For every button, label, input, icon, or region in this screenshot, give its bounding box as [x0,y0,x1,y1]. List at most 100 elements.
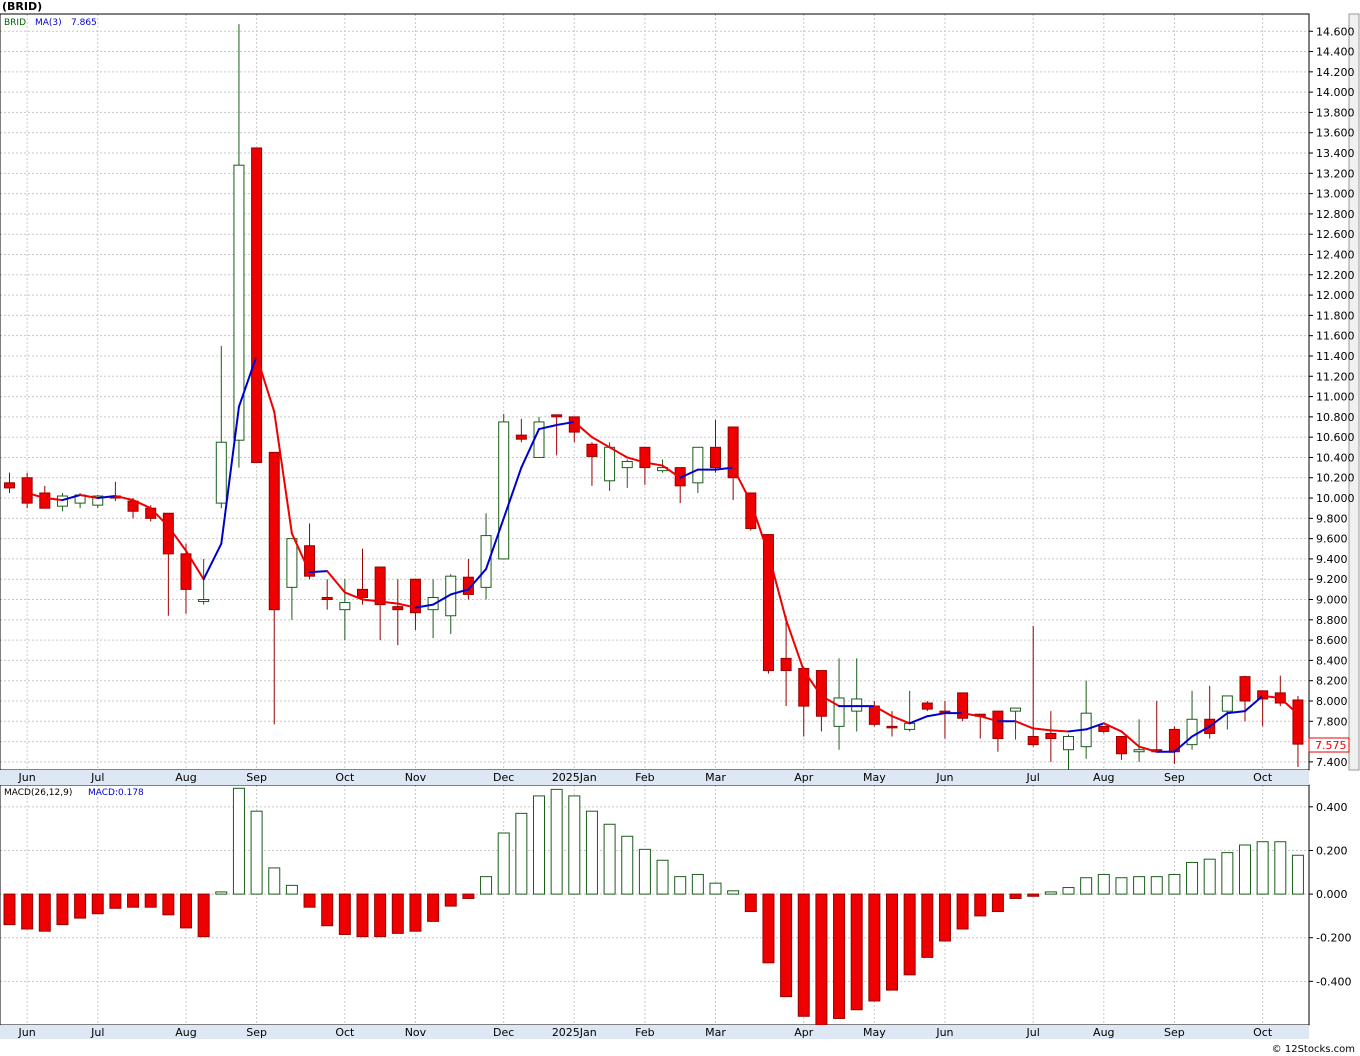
macd-bar [480,876,493,895]
candle-body [1045,732,1057,740]
x-tick-label: Jul [90,771,104,784]
x-tick-label: Jul [1026,771,1040,784]
candle-body [180,553,192,590]
price-tick-label: 12.200 [1316,269,1355,282]
x-tick-label: Feb [635,1026,654,1039]
x-tick-label: Aug [175,771,196,784]
macd-bar [1150,876,1163,895]
macd-bar [268,867,281,895]
macd-bar [638,848,651,895]
x-tick-label: Aug [1093,771,1114,784]
macd-bar [338,893,351,935]
candle-body [992,710,1004,740]
price-tick-label: 10.200 [1316,472,1355,485]
x-tick-label: Mar [705,1026,726,1039]
x-tick-label: Mar [705,771,726,784]
x-tick-label: 2025Jan [552,1026,597,1039]
macd-bar [391,893,404,934]
x-tick-label: Aug [175,1026,196,1039]
price-tick-label: 13.600 [1316,127,1355,140]
x-tick-label: Jun [935,1026,953,1039]
x-tick-label: Sep [1164,771,1185,784]
macd-panel-frame [0,784,1310,1026]
price-tick-label: 13.200 [1316,167,1355,180]
ma-segment [908,715,929,725]
price-tick-label: 9.400 [1316,553,1348,566]
macd-bar [762,893,775,964]
last-price-label: 7.575 [1315,739,1347,752]
macd-bar [197,893,210,938]
macd-bar [833,893,846,1019]
price-tick-label: 14.200 [1316,66,1355,79]
candle-body [21,477,33,504]
macd-bar [1062,887,1075,895]
legend-ma: MA(3) [35,18,62,28]
chart-title: (BRID) [2,0,42,13]
macd-bar [550,788,563,895]
macd-bar [497,832,510,895]
macd-bars [3,787,1304,1026]
candle-body [56,495,68,507]
x-tick-label: Jun [935,771,953,784]
x-tick-label: Feb [635,771,654,784]
candle-body [498,421,510,560]
macd-bar [956,893,969,930]
price-tick-label: 7.800 [1316,715,1348,728]
ma-segment [1032,727,1052,732]
macd-bar [709,882,722,895]
macd-bar [1133,876,1146,895]
price-tick-label: 11.000 [1316,391,1355,404]
macd-bar [1097,873,1110,895]
candle-body [39,492,51,509]
price-tick-label: 8.000 [1316,695,1348,708]
price-grid [0,14,1309,770]
macd-bar [515,812,528,895]
macd-bar [991,893,1004,913]
macd-bar [374,893,387,938]
ma-segment [926,712,946,718]
macd-bar [3,893,16,926]
macd-bar [797,893,810,1017]
macd-legend: MACD(26,12,9) [4,788,72,798]
x-tick-label: Jun [18,771,36,784]
price-tick-label: 14.000 [1316,86,1355,99]
candle-body [886,725,898,729]
ma-segment [891,715,911,725]
x-tick-label: Oct [335,771,355,784]
candle-body [1239,676,1251,702]
candle-body [145,507,157,519]
macd-bar [162,893,175,916]
macd-bar [903,893,916,976]
macd-bar [886,893,898,991]
macd-bar [1221,852,1234,895]
macd-bar [656,859,669,895]
price-tick-label: 11.400 [1316,350,1355,363]
macd-bar [974,893,987,917]
macd-bar [1256,841,1269,895]
x-tick-label: Nov [405,1026,427,1039]
macd-bar [109,893,122,909]
x-tick-label: Oct [335,1026,355,1039]
price-tick-label: 11.800 [1316,309,1355,322]
candle-body [1098,725,1110,732]
macd-bar [409,893,422,932]
legend-ma-value: 7.865 [71,18,97,28]
candle-body [1010,707,1022,712]
macd-axis: -0.400 -0.200 0.000 0.200 0.400 [1309,801,1351,988]
candle-body [4,482,15,489]
macd-bar [1044,891,1057,895]
macd-tick-label: 0.000 [1316,888,1348,901]
candle-body [1292,699,1304,745]
ma-segment [732,466,752,504]
x-tick-label: Jul [1026,1026,1040,1039]
price-tick-label: 9.000 [1316,594,1348,607]
candle-body [286,538,298,588]
macd-bar [938,893,951,942]
price-tick-label: 12.000 [1316,289,1355,302]
price-tick-label: 13.800 [1316,106,1355,119]
macd-grid [0,785,1309,1025]
x-tick-label: Sep [246,771,267,784]
macd-bar [1168,873,1181,895]
x-tick-label: Jul [90,1026,104,1039]
candle-body [268,451,280,611]
